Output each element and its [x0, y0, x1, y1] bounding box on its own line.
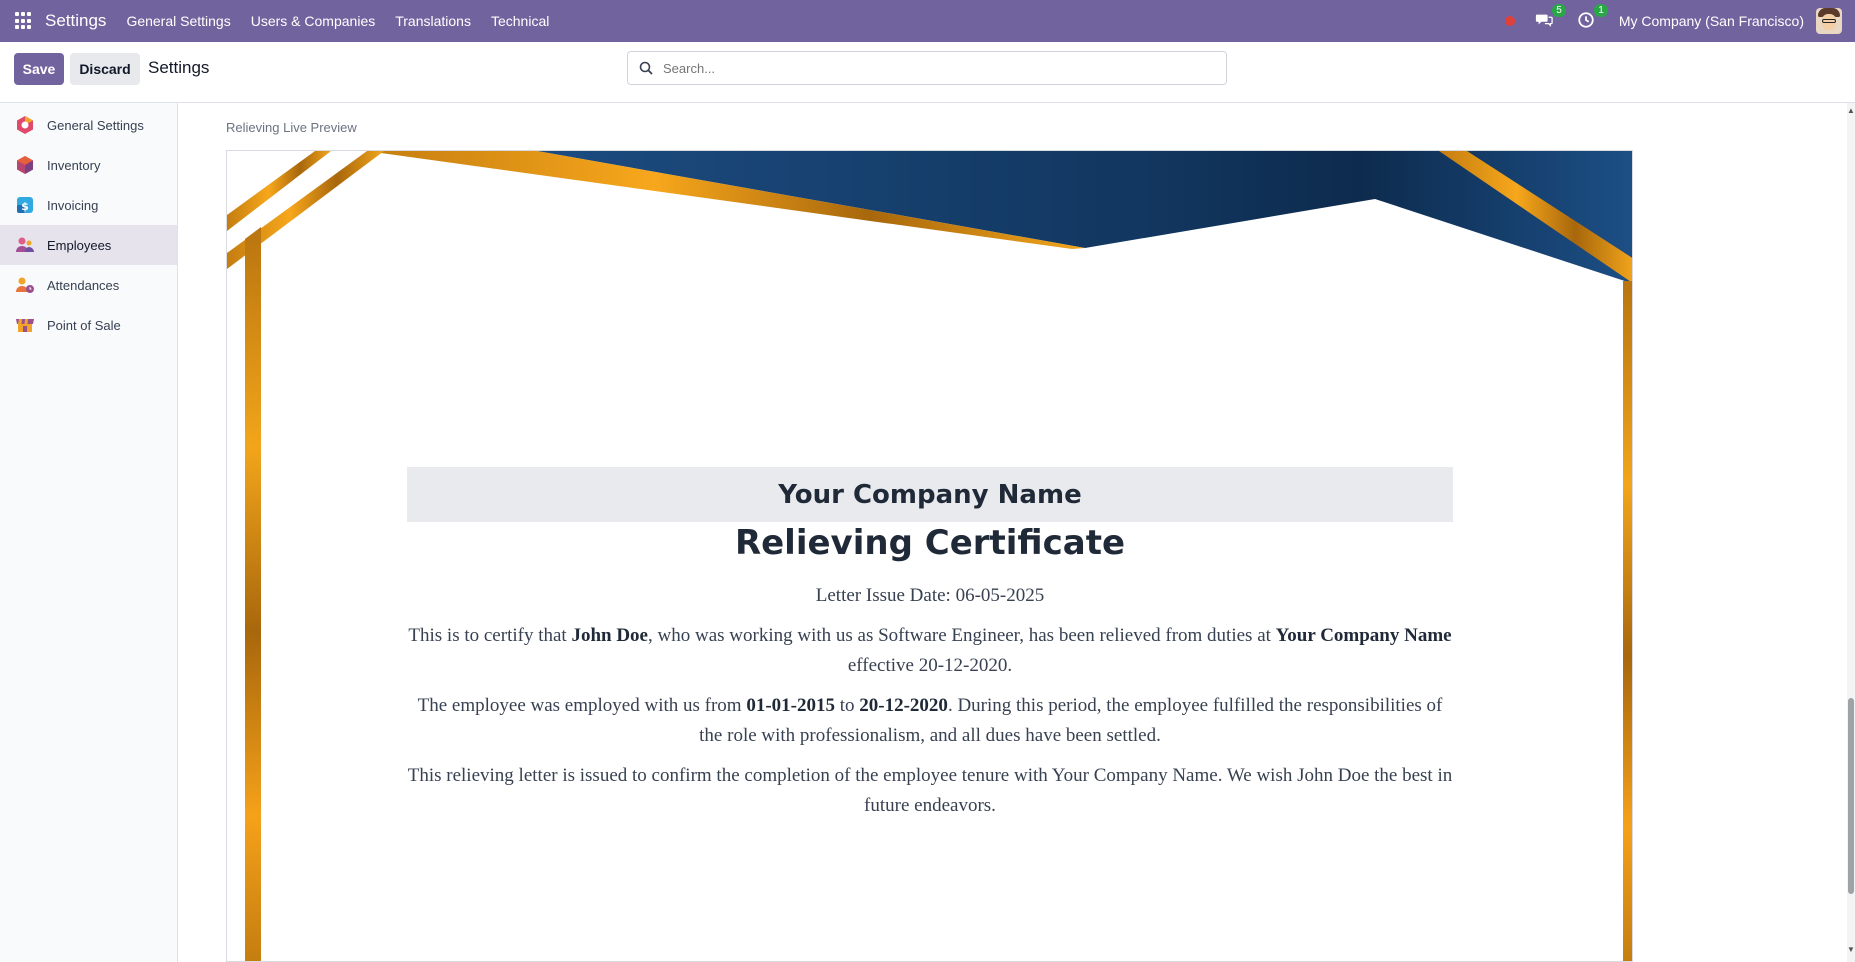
invoicing-icon: $ — [17, 197, 33, 213]
sidebar-item-attendances[interactable]: Attendances — [0, 265, 177, 305]
scroll-up-arrow-icon[interactable]: ▲ — [1847, 106, 1855, 115]
settings-main-panel: Relieving Live Preview Your Company Name… — [178, 103, 1847, 962]
sidebar-item-label: Attendances — [47, 277, 120, 293]
search-box[interactable] — [627, 51, 1227, 85]
certificate-company-name: Your Company Name — [407, 467, 1453, 522]
certificate-paragraph-2: The employee was employed with us from 0… — [417, 695, 1443, 746]
sidebar-item-label: Employees — [47, 237, 112, 253]
control-panel: Save Discard Settings — [0, 42, 1855, 103]
sidebar-item-label: Invoicing — [47, 197, 99, 213]
menu-users-companies[interactable]: Users & Companies — [251, 13, 376, 29]
menu-technical[interactable]: Technical — [491, 13, 549, 29]
certificate-paragraph-1: This is to certify that John Doe, who wa… — [408, 625, 1452, 676]
save-button[interactable]: Save — [14, 53, 64, 85]
clock-icon — [1578, 12, 1594, 28]
top-navbar: Settings General Settings Users & Compan… — [0, 0, 1855, 42]
activities-count-badge: 1 — [1594, 4, 1608, 17]
scrollbar-thumb[interactable] — [1848, 698, 1854, 894]
relieving-preview-label: Relieving Live Preview — [226, 120, 357, 135]
recording-indicator-icon[interactable] — [1504, 16, 1515, 26]
scroll-down-arrow-icon[interactable]: ▼ — [1847, 945, 1855, 954]
sidebar-item-inventory[interactable]: Inventory — [0, 145, 177, 185]
employees-icon — [16, 237, 34, 252]
sidebar-item-label: General Settings — [47, 117, 144, 133]
sidebar-item-point-of-sale[interactable]: Point of Sale — [0, 305, 177, 345]
search-icon — [639, 61, 653, 75]
sidebar-item-label: Inventory — [47, 157, 101, 173]
menu-translations[interactable]: Translations — [395, 13, 471, 29]
apps-menu-icon[interactable] — [15, 12, 33, 30]
user-avatar[interactable] — [1816, 8, 1842, 34]
messages-button[interactable]: 5 — [1535, 4, 1566, 31]
general-settings-icon — [17, 116, 33, 134]
certificate-body: Letter Issue Date: 06-05-2025 This is to… — [407, 581, 1453, 831]
search-input[interactable] — [663, 60, 1203, 76]
menu-general-settings[interactable]: General Settings — [126, 13, 230, 29]
company-switcher[interactable]: My Company (San Francisco) — [1619, 13, 1804, 29]
sidebar-item-employees[interactable]: Employees — [0, 225, 177, 265]
sidebar-item-invoicing[interactable]: $ Invoicing — [0, 185, 177, 225]
point-of-sale-icon — [16, 319, 34, 332]
certificate-paragraph-3: This relieving letter is issued to confi… — [407, 765, 1453, 816]
certificate-title: Relieving Certificate — [734, 523, 1126, 563]
messages-count-badge: 5 — [1552, 4, 1566, 17]
inventory-icon — [17, 156, 33, 174]
settings-sidebar: General Settings Inventory $ Invoicing E… — [0, 103, 178, 962]
attendances-icon — [16, 277, 34, 293]
chat-bubbles-icon — [1535, 14, 1553, 27]
sidebar-item-label: Point of Sale — [47, 317, 121, 333]
relieving-certificate-preview: Your Company Name Relieving Certificate … — [226, 150, 1633, 962]
issue-date-line: Letter Issue Date: 06-05-2025 — [815, 585, 1045, 606]
sidebar-item-general-settings[interactable]: General Settings — [0, 105, 177, 145]
svg-text:$: $ — [21, 200, 29, 213]
page-title: Settings — [148, 58, 210, 77]
activities-button[interactable]: 1 — [1577, 4, 1608, 31]
app-brand[interactable]: Settings — [45, 11, 106, 31]
discard-button[interactable]: Discard — [70, 53, 140, 85]
